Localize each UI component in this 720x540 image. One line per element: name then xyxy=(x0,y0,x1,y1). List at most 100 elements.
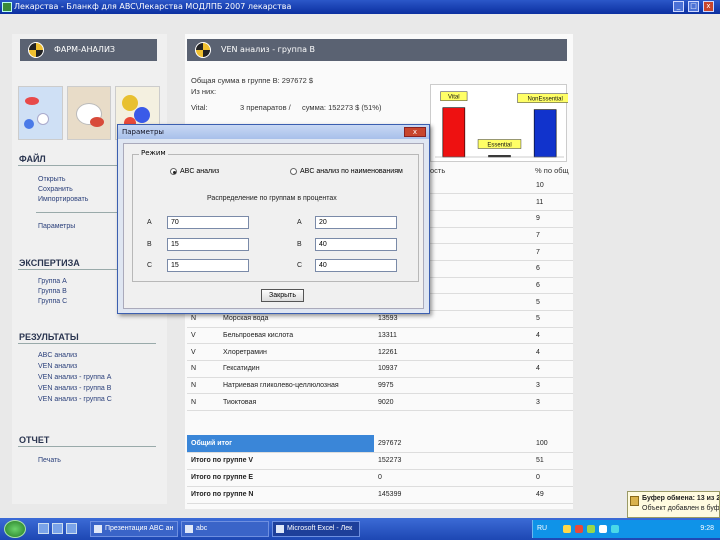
total-sum: 297672 xyxy=(374,435,532,453)
left-c-input[interactable]: 15 xyxy=(167,259,249,272)
totals-row[interactable]: Общий итог 297672 100 xyxy=(187,435,573,453)
left-header: ФАРМ-АНАЛИЗ xyxy=(20,39,157,61)
left-header-title: ФАРМ-АНАЛИЗ xyxy=(54,45,116,54)
ven-bar-chart: Vital Essential NonEssential xyxy=(430,84,574,162)
menu-ven-group-b[interactable]: VEN анализ - группа В xyxy=(38,385,111,392)
total-sum: 0 xyxy=(374,469,532,487)
minimize-button[interactable]: _ xyxy=(673,1,684,12)
menu-import[interactable]: Импортировать xyxy=(38,196,88,203)
dialog-close-button[interactable]: x xyxy=(404,127,426,137)
info-vital-sum: сумма: 152273 $ (51%) xyxy=(302,103,382,112)
task-abc[interactable]: abc xyxy=(181,521,269,537)
dialog-close-action-button[interactable]: Закрыть xyxy=(261,289,304,302)
row-sum: 10937 xyxy=(374,360,532,378)
system-tray: RU 9:28 xyxy=(532,520,720,538)
clipboard-tooltip[interactable]: Буфер обмена: 13 из 24 Объект добавлен в… xyxy=(627,491,720,518)
row-category: N xyxy=(187,360,219,378)
row-sum: 13311 xyxy=(374,327,532,345)
start-button-icon[interactable] xyxy=(4,520,26,538)
row-name: Тиоктовая xyxy=(219,393,374,412)
left-b-label: B xyxy=(147,241,152,248)
row-name: Бельпроевая кислота xyxy=(219,327,374,345)
radio-selected-icon[interactable] xyxy=(170,168,177,175)
row-pct: 5 xyxy=(532,310,573,328)
tray-volume-icon[interactable] xyxy=(599,525,607,533)
row-pct: 5 xyxy=(532,293,573,311)
menu-print[interactable]: Печать xyxy=(38,457,61,464)
quicklaunch-media-icon[interactable] xyxy=(66,523,77,534)
table-row[interactable]: N Гексатидин 10937 4 xyxy=(187,360,573,378)
table-row[interactable]: N Тиоктовая 9020 3 xyxy=(187,393,573,412)
totals-row[interactable]: Итого по группе N 145399 49 xyxy=(187,486,573,504)
menu-open[interactable]: Открыть xyxy=(38,176,66,183)
row-pct: 4 xyxy=(532,360,573,378)
tray-clock[interactable]: 9:28 xyxy=(700,520,714,538)
radio-unselected-icon[interactable] xyxy=(290,168,297,175)
section-expertise-title: ЭКСПЕРТИЗА xyxy=(19,258,80,268)
tray-update-icon[interactable] xyxy=(611,525,619,533)
menu-save[interactable]: Сохранить xyxy=(38,186,73,193)
row-name: Гексатидин xyxy=(219,360,374,378)
right-b-label: B xyxy=(297,241,302,248)
logo-disc-icon xyxy=(28,42,44,58)
info-of-them: Из них: xyxy=(191,87,217,96)
menu-ven-analysis[interactable]: VEN анализ xyxy=(38,363,77,370)
radio-abc-names[interactable]: ABC анализ по наименованиям xyxy=(290,168,403,175)
table-header-pct: % по общ xyxy=(535,166,569,175)
row-sum: 12261 xyxy=(374,343,532,362)
radio-abc-names-label: ABC анализ по наименованиям xyxy=(300,168,403,175)
dialog-title: Параметры xyxy=(118,125,429,139)
table-row[interactable]: N Натриевая гликолево-целлюлозная 9975 3 xyxy=(187,377,573,395)
right-a-input[interactable]: 20 xyxy=(315,216,397,229)
table-row[interactable]: V Хлоретрамин 12261 4 xyxy=(187,343,573,362)
table-header-value: ость xyxy=(430,166,446,175)
maximize-button[interactable]: □ xyxy=(688,1,699,12)
task-presentation[interactable]: Презентация ABC ан xyxy=(90,521,178,537)
table-row[interactable]: V Бельпроевая кислота 13311 4 xyxy=(187,327,573,345)
info-vital-label: Vital: xyxy=(191,103,208,112)
chart-bar-nonessential xyxy=(533,109,557,158)
row-name: Натриевая гликолево-целлюлозная xyxy=(219,377,374,395)
left-b-input[interactable]: 15 xyxy=(167,238,249,251)
menu-ven-group-c[interactable]: VEN анализ - группа С xyxy=(38,396,112,403)
pills-image-1 xyxy=(18,86,63,140)
quicklaunch-desktop-icon[interactable] xyxy=(38,523,49,534)
mode-group-label: Режим xyxy=(139,149,168,157)
right-b-input[interactable]: 40 xyxy=(315,238,397,251)
tray-network-icon[interactable] xyxy=(587,525,595,533)
menu-group-a[interactable]: Группа А xyxy=(38,278,67,285)
quicklaunch-browser-icon[interactable] xyxy=(52,523,63,534)
tray-language[interactable]: RU xyxy=(537,520,547,538)
clipboard-icon xyxy=(630,496,639,506)
section-report-title: ОТЧЕТ xyxy=(19,435,50,445)
menu-ven-group-a[interactable]: VEN анализ - группа А xyxy=(38,374,111,381)
row-category: V xyxy=(187,343,219,362)
window-title: Лекарства - Бланкф для ABC\Лекарства МОД… xyxy=(14,2,292,11)
right-c-input[interactable]: 40 xyxy=(315,259,397,272)
radio-abc[interactable]: ABC анализ xyxy=(170,168,219,175)
task-excel[interactable]: Microsoft Excel - Лек xyxy=(272,521,360,537)
totals-row[interactable]: Итого по группе V 152273 51 xyxy=(187,452,573,470)
tray-app-icon[interactable] xyxy=(563,525,571,533)
total-sum: 145399 xyxy=(374,486,532,504)
left-a-input[interactable]: 70 xyxy=(167,216,249,229)
menu-group-b[interactable]: Группа В xyxy=(38,288,67,295)
total-sum: 152273 xyxy=(374,452,532,470)
row-pct: 11 xyxy=(532,193,573,211)
menu-parameters[interactable]: Параметры xyxy=(38,223,75,230)
row-name: Хлоретрамин xyxy=(219,343,374,362)
menu-group-c[interactable]: Группа С xyxy=(38,298,67,305)
left-c-label: C xyxy=(147,262,153,269)
info-vital-count: 3 препаратов / xyxy=(240,103,291,112)
menu-abc-analysis[interactable]: ABC анализ xyxy=(38,352,77,359)
dialog-body: Режим ABC анализ ABC анализ по наименова… xyxy=(123,143,424,309)
total-pct: 0 xyxy=(532,469,573,487)
divider xyxy=(18,446,156,447)
taskbar: Презентация ABC ан abc Microsoft Excel -… xyxy=(0,518,720,540)
row-category: N xyxy=(187,377,219,395)
row-category: V xyxy=(187,327,219,345)
tray-security-icon[interactable] xyxy=(575,525,583,533)
window-buttons: _ □ x xyxy=(673,1,714,12)
totals-row[interactable]: Итого по группе E 0 0 xyxy=(187,469,573,487)
close-button[interactable]: x xyxy=(703,1,714,12)
